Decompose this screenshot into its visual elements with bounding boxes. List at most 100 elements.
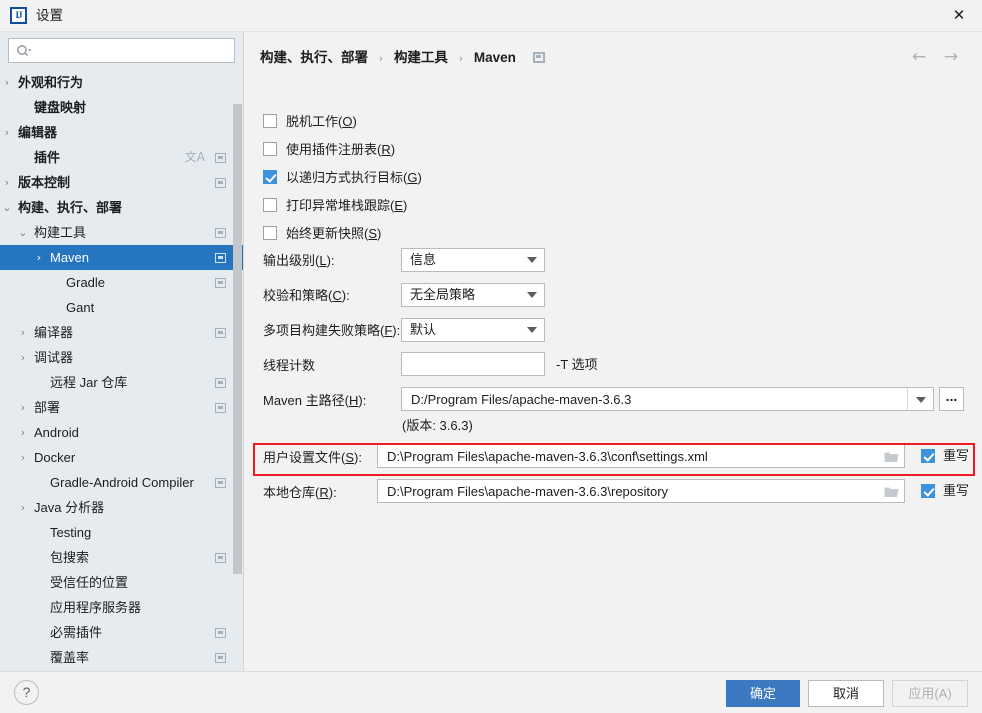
maven-option-checkbox-3[interactable] <box>263 198 277 212</box>
sidebar-item-2[interactable]: › 编辑器 <box>0 120 243 145</box>
project-scope-icon <box>215 403 226 413</box>
thread-count-field[interactable] <box>401 352 545 376</box>
maven-option-checkbox-2[interactable] <box>263 170 277 184</box>
local-repository-override-checkbox[interactable] <box>921 484 935 498</box>
sidebar-item-4[interactable]: › 版本控制 <box>0 170 243 195</box>
checksum-policy-select[interactable]: 无全局策略 <box>401 283 545 307</box>
chevron-right-icon[interactable]: › <box>16 345 30 370</box>
sidebar-item-15[interactable]: › Docker <box>0 445 243 470</box>
sidebar-item-label: 应用程序服务器 <box>50 600 142 615</box>
chevron-right-icon[interactable]: › <box>16 320 30 345</box>
chevron-right-icon[interactable]: › <box>16 445 30 470</box>
sidebar-item-22[interactable]: 必需插件 <box>0 620 243 645</box>
sidebar-item-label: 部署 <box>34 400 61 415</box>
sidebar-item-11[interactable]: › 调试器 <box>0 345 243 370</box>
breadcrumb-part-1[interactable]: 构建、执行、部署 <box>260 50 368 65</box>
project-scope-icon <box>215 153 226 163</box>
apply-button: 应用(A) <box>892 680 968 707</box>
maven-version-note: (版本: 3.6.3) <box>402 418 473 433</box>
cancel-button[interactable]: 取消 <box>808 680 884 707</box>
settings-sidebar: › 外观和行为 键盘映射 › 编辑器 插件 文A › 版本控制 ⌄ 构建、执行、部署 ⌄ 构建工具 › Ma… <box>0 32 243 671</box>
sidebar-item-1[interactable]: 键盘映射 <box>0 95 243 120</box>
maven-option-label-1[interactable]: 使用插件注册表(R) <box>286 140 395 160</box>
close-icon[interactable]: ✕ <box>936 0 982 30</box>
folder-icon[interactable] <box>884 450 899 463</box>
sidebar-item-18[interactable]: Testing <box>0 520 243 545</box>
sidebar-item-6[interactable]: ⌄ 构建工具 <box>0 220 243 245</box>
sidebar-item-17[interactable]: › Java 分析器 <box>0 495 243 520</box>
sidebar-item-5[interactable]: ⌄ 构建、执行、部署 <box>0 195 243 220</box>
chevron-right-icon[interactable]: › <box>0 120 14 145</box>
sidebar-item-16[interactable]: Gradle-Android Compiler <box>0 470 243 495</box>
chevron-down-icon[interactable]: ⌄ <box>0 195 14 220</box>
maven-home-chevron-down-icon[interactable] <box>907 388 933 410</box>
search-box[interactable] <box>8 38 235 63</box>
project-scope-icon <box>215 228 226 238</box>
chevron-right-icon[interactable]: › <box>16 420 30 445</box>
chevron-right-icon[interactable]: › <box>0 170 14 195</box>
multiproject-fail-policy-select[interactable]: 默认 <box>401 318 545 342</box>
sidebar-item-21[interactable]: 应用程序服务器 <box>0 595 243 620</box>
sidebar-item-10[interactable]: › 编译器 <box>0 320 243 345</box>
thread-count-input[interactable] <box>409 353 538 375</box>
sidebar-scrollbar[interactable] <box>232 70 243 671</box>
maven-option-label-3[interactable]: 打印异常堆栈跟踪(E) <box>286 196 407 216</box>
sidebar-item-9[interactable]: Gant <box>0 295 243 320</box>
local-repository-field[interactable] <box>377 479 905 503</box>
chevron-down-icon <box>527 327 537 333</box>
chevron-right-icon[interactable]: › <box>0 70 14 95</box>
checksum-policy-value: 无全局策略 <box>410 287 476 302</box>
thread-count-hint: -T 选项 <box>556 357 598 372</box>
forward-icon[interactable]: → <box>938 46 964 68</box>
maven-option-checkbox-0[interactable] <box>263 114 277 128</box>
sidebar-item-13[interactable]: › 部署 <box>0 395 243 420</box>
local-repository-input[interactable] <box>385 480 878 502</box>
user-settings-file-input[interactable] <box>385 445 878 467</box>
maven-home-input[interactable] <box>409 388 899 410</box>
chevron-right-icon[interactable]: › <box>16 395 30 420</box>
sidebar-item-14[interactable]: › Android <box>0 420 243 445</box>
sidebar-item-8[interactable]: Gradle <box>0 270 243 295</box>
sidebar-item-label: 包搜索 <box>50 550 90 565</box>
help-button[interactable]: ? <box>14 680 39 705</box>
sidebar-item-23[interactable]: 覆盖率 <box>0 645 243 670</box>
sidebar-item-label: Testing <box>50 525 92 540</box>
sidebar-item-12[interactable]: 远程 Jar 仓库 <box>0 370 243 395</box>
output-level-select[interactable]: 信息 <box>401 248 545 272</box>
sidebar-item-label: 远程 Jar 仓库 <box>50 375 128 390</box>
breadcrumb-separator-1: › <box>378 52 384 65</box>
sidebar-item-19[interactable]: 包搜索 <box>0 545 243 570</box>
output-level-label: 输出级别(L): <box>263 253 335 268</box>
sidebar-item-20[interactable]: 受信任的位置 <box>0 570 243 595</box>
sidebar-item-label: 插件 <box>34 150 61 165</box>
back-icon[interactable]: ← <box>906 46 932 68</box>
folder-icon[interactable] <box>884 485 899 498</box>
project-scope-icon <box>215 478 226 488</box>
chevron-down-icon[interactable]: ⌄ <box>16 220 30 245</box>
sidebar-item-7[interactable]: › Maven <box>0 245 243 270</box>
sidebar-scrollbar-thumb[interactable] <box>233 104 242 574</box>
maven-option-label-0[interactable]: 脱机工作(O) <box>286 112 357 132</box>
maven-home-combo[interactable] <box>401 387 934 411</box>
settings-tree[interactable]: › 外观和行为 键盘映射 › 编辑器 插件 文A › 版本控制 ⌄ 构建、执行、部署 ⌄ 构建工具 › Ma… <box>0 70 243 671</box>
sidebar-item-label: 覆盖率 <box>50 650 90 665</box>
maven-option-label-4[interactable]: 始终更新快照(S) <box>286 224 381 244</box>
sidebar-item-0[interactable]: › 外观和行为 <box>0 70 243 95</box>
sidebar-item-label: Android <box>34 425 79 440</box>
breadcrumb-part-2[interactable]: 构建工具 <box>394 50 448 65</box>
chevron-right-icon[interactable]: › <box>32 245 46 270</box>
chevron-right-icon[interactable]: › <box>16 495 30 520</box>
maven-option-checkbox-4[interactable] <box>263 226 277 240</box>
user-settings-override-checkbox[interactable] <box>921 449 935 463</box>
search-input[interactable] <box>36 39 230 62</box>
maven-option-checkbox-1[interactable] <box>263 142 277 156</box>
sidebar-item-label: 必需插件 <box>50 625 103 640</box>
multiproject-fail-policy-label: 多项目构建失败策略(F): <box>263 323 401 338</box>
breadcrumb-part-3: Maven <box>473 50 516 65</box>
project-scope-icon <box>215 653 226 663</box>
user-settings-file-field[interactable] <box>377 444 905 468</box>
ok-button[interactable]: 确定 <box>726 680 800 707</box>
sidebar-item-3[interactable]: 插件 文A <box>0 145 243 170</box>
maven-option-label-2[interactable]: 以递归方式执行目标(G) <box>286 168 422 188</box>
maven-home-browse-button[interactable]: ... <box>939 387 964 411</box>
